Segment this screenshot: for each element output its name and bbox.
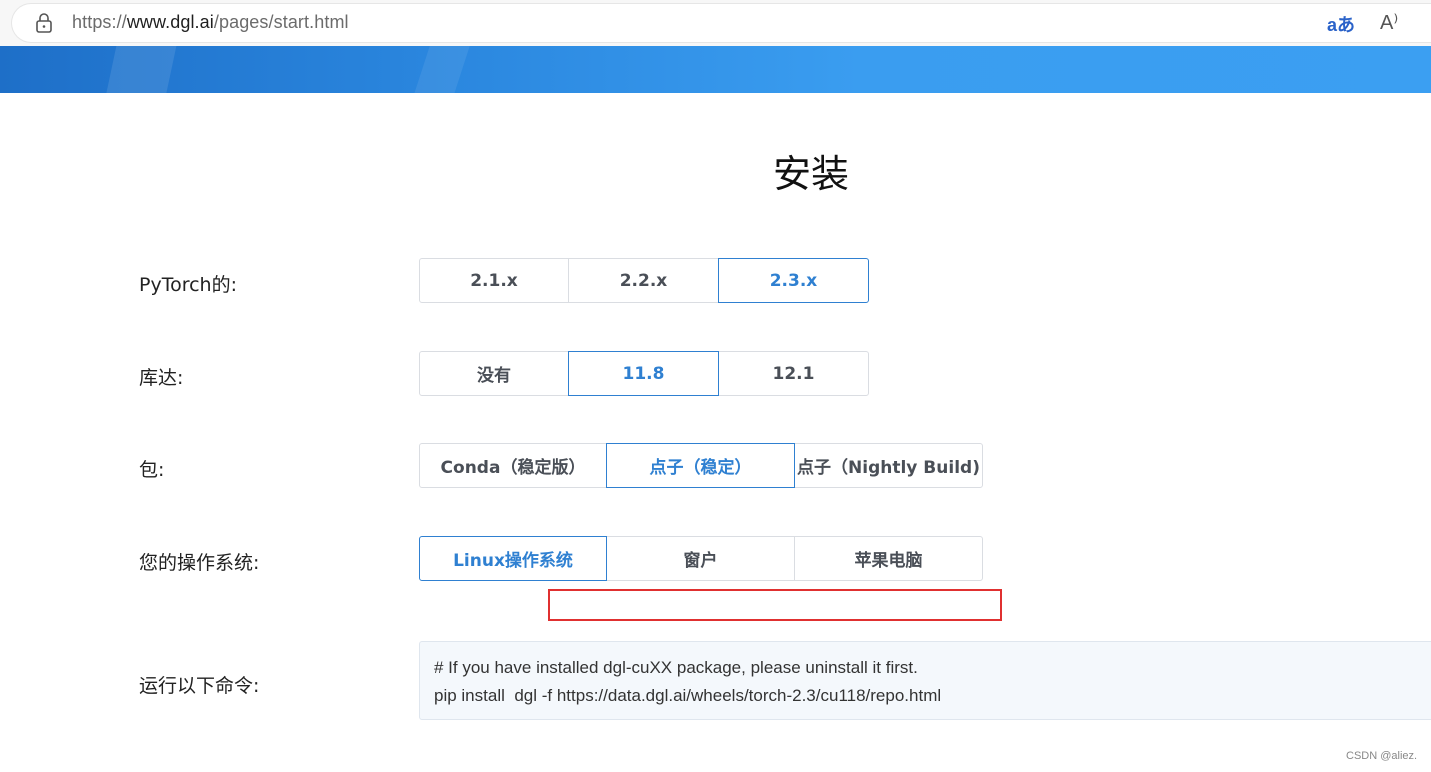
package-option-pip-nightly[interactable]: 点子（Nightly Build): [794, 443, 983, 488]
package-group: Conda（稳定版） 点子（稳定） 点子（Nightly Build): [419, 443, 983, 488]
pytorch-option-2-1[interactable]: 2.1.x: [419, 258, 569, 303]
package-label: 包:: [139, 459, 165, 481]
translate-icon[interactable]: aあ: [1327, 11, 1355, 37]
lock-icon[interactable]: [35, 12, 53, 34]
package-option-conda[interactable]: Conda（稳定版）: [419, 443, 607, 488]
cuda-option-12-1[interactable]: 12.1: [718, 351, 869, 396]
watermark: CSDN @aliez.: [1346, 750, 1418, 762]
command-label: 运行以下命令:: [139, 675, 260, 697]
url-text[interactable]: https://www.dgl.ai/pages/start.html: [72, 12, 349, 33]
cuda-version-group: 没有 11.8 12.1: [419, 351, 869, 396]
package-option-pip-stable[interactable]: 点子（稳定）: [606, 443, 795, 488]
site-header-banner: [0, 46, 1431, 93]
command-comment-line[interactable]: # If you have installed dgl-cuXX package…: [434, 658, 918, 678]
os-label: 您的操作系统:: [139, 552, 260, 574]
url-path: /pages/start.html: [213, 12, 349, 32]
os-group: Linux操作系统 窗户 苹果电脑: [419, 536, 983, 581]
read-aloud-icon[interactable]: A⁾: [1380, 10, 1398, 35]
url-prefix: https://: [72, 12, 127, 32]
os-option-mac[interactable]: 苹果电脑: [794, 536, 983, 581]
cuda-option-none[interactable]: 没有: [419, 351, 569, 396]
cuda-option-11-8[interactable]: 11.8: [568, 351, 719, 396]
os-option-windows[interactable]: 窗户: [606, 536, 795, 581]
cuda-label: 库达:: [139, 367, 184, 389]
pytorch-option-2-2[interactable]: 2.2.x: [568, 258, 719, 303]
os-option-linux[interactable]: Linux操作系统: [419, 536, 607, 581]
page-title: 安装: [772, 152, 849, 196]
command-box[interactable]: # If you have installed dgl-cuXX package…: [419, 641, 1431, 720]
url-host: www.dgl.ai: [126, 12, 214, 32]
install-section: 安装 PyTorch的: 2.1.x 2.2.x 2.3.x 库达: 没有 11…: [0, 93, 1431, 772]
pytorch-label: PyTorch的:: [139, 274, 237, 296]
browser-address-bar: https://www.dgl.ai/pages/start.html aあ A…: [0, 0, 1431, 46]
command-pip-line[interactable]: pip install dgl -f https://data.dgl.ai/w…: [434, 686, 941, 706]
pytorch-version-group: 2.1.x 2.2.x 2.3.x: [419, 258, 869, 303]
pytorch-option-2-3[interactable]: 2.3.x: [718, 258, 869, 303]
